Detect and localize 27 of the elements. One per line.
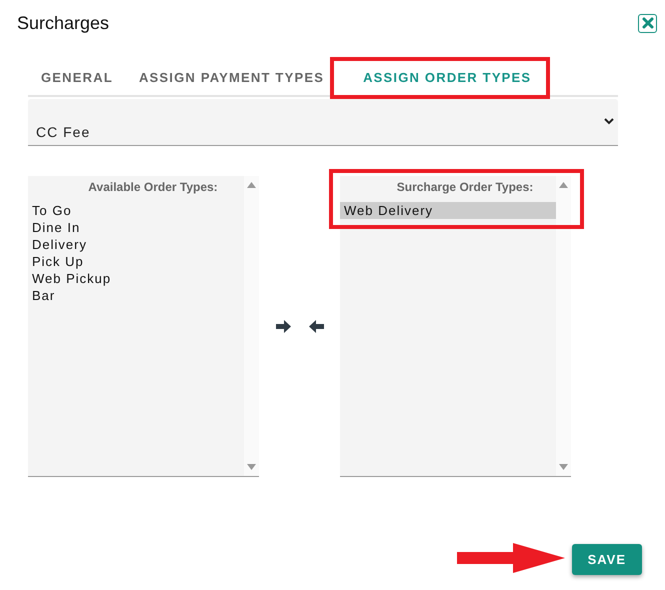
scroll-down-icon[interactable] [247, 464, 256, 470]
scroll-up-icon[interactable] [559, 182, 568, 188]
tab[interactable]: ASSIGN ORDER TYPES [337, 70, 544, 95]
dialog-title: Surcharges [17, 12, 110, 34]
order-type-list[interactable]: Surcharge Order Types: Web Delivery [340, 176, 571, 477]
move-left-icon[interactable] [308, 320, 324, 333]
list-item[interactable]: Web Pickup [28, 270, 244, 287]
list-item[interactable]: To Go [28, 202, 244, 219]
save-button[interactable]: SAVE [572, 544, 642, 575]
tab[interactable]: ASSIGN PAYMENT TYPES [126, 70, 338, 95]
list-item[interactable]: Pick Up [28, 253, 244, 270]
scroll-down-icon[interactable] [559, 464, 568, 470]
list-item[interactable]: Bar [28, 287, 244, 304]
chevron-down-icon [604, 118, 614, 125]
order-type-list[interactable]: Available Order Types: To Go Dine In Delivery Pick Up Web Pickup Bar [28, 176, 259, 477]
scroll-up-icon[interactable] [247, 182, 256, 188]
list-item[interactable]: Delivery [28, 236, 244, 253]
move-right-icon[interactable] [276, 320, 290, 333]
tab[interactable]: GENERAL [28, 70, 126, 95]
surcharge-select[interactable]: CC Fee [28, 99, 618, 146]
list-heading: Surcharge Order Types: [396, 180, 534, 194]
list-item[interactable]: Dine In [28, 219, 244, 236]
list-heading: Available Order Types: [87, 180, 219, 194]
scrollbar[interactable] [244, 176, 259, 476]
list-item[interactable]: Web Delivery [340, 202, 556, 219]
scrollbar[interactable] [556, 176, 571, 476]
close-icon[interactable] [638, 14, 657, 32]
